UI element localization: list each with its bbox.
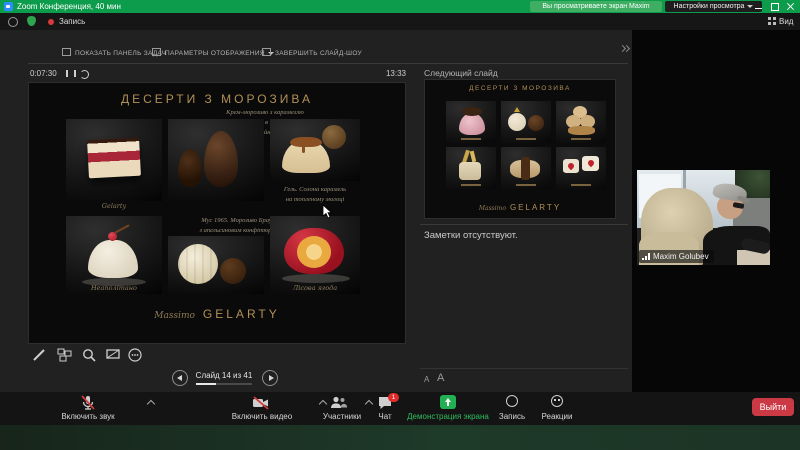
video-options-chevron[interactable]	[318, 399, 328, 409]
increase-font-button[interactable]: A	[437, 372, 444, 384]
participants-options-chevron[interactable]	[364, 399, 374, 409]
zoom-slide-button[interactable]	[82, 348, 98, 362]
chat-badge: 1	[388, 393, 399, 402]
current-slide: ДЕСЕРТИ З МОРОЗИВА Крем-морозиво з карам…	[28, 82, 406, 344]
tab-show-taskbar[interactable]: ПОКАЗАТЬ ПАНЕЛЬ ЗАДАЧ	[62, 48, 166, 60]
dessert-label: Неаполітано	[91, 284, 137, 292]
reactions-button[interactable]: Реакции	[530, 412, 584, 421]
dessert-label: Лісова ягода	[292, 284, 338, 292]
unmute-button[interactable]: Включить звук	[40, 412, 136, 421]
zoom-menubar: Запись Вид	[0, 13, 800, 30]
view-settings-button[interactable]: Настройки просмотра	[665, 1, 762, 12]
dessert-photo-pumpkin	[168, 236, 264, 294]
pen-tool-button[interactable]	[32, 348, 48, 362]
slide-caption-mid: Гель. Солона карамель на топленому молоц…	[283, 186, 347, 204]
windows-taskbar: W Рабочий стол » УКР 13:33 24.03.2021 2	[0, 425, 800, 450]
next-slide-photo	[446, 147, 496, 189]
participant-name-tag: Maxim Golubev	[639, 250, 714, 263]
restart-timer-icon[interactable]	[80, 70, 89, 79]
share-screen-icon[interactable]	[440, 395, 456, 409]
recording-dot-icon	[48, 19, 54, 25]
maximize-button[interactable]	[770, 2, 780, 11]
more-options-button[interactable]	[128, 348, 144, 362]
shared-screen-presenter-view: ПОКАЗАТЬ ПАНЕЛЬ ЗАДАЧ ПАРАМЕТРЫ ОТОБРАЖЕ…	[0, 30, 632, 392]
screen-viewing-banner: Вы просматриваете экран Maxim Golubev	[530, 1, 662, 21]
dessert-photo-cheesecake	[66, 119, 162, 201]
brand-logo: Massimo GELARTY	[478, 203, 562, 212]
view-menu-button[interactable]: Вид	[768, 17, 793, 26]
slide-progress-bar	[196, 383, 252, 385]
previous-slide-button[interactable]	[172, 370, 188, 386]
dessert-photo-caramel-dome	[270, 119, 360, 181]
see-all-slides-button[interactable]	[57, 348, 73, 362]
zoom-titlebar: Zoom Конференция, 40 мин Вы просматривае…	[0, 0, 800, 21]
notes-text: Заметки отсутствуют.	[424, 230, 518, 241]
reactions-icon[interactable]	[551, 395, 563, 407]
end-slideshow-tab-icon	[262, 48, 271, 56]
meeting-info-icon[interactable]	[8, 17, 18, 27]
brand-script-text: Massimo	[154, 311, 195, 321]
start-video-button[interactable]: Включить видео	[212, 412, 312, 421]
brand-caps-text: GELARTY	[202, 307, 280, 321]
presenter-clock: 13:33	[385, 69, 406, 78]
encryption-shield-icon[interactable]	[27, 16, 36, 26]
record-icon[interactable]	[506, 395, 518, 407]
next-slide-photo	[556, 147, 606, 189]
close-button[interactable]	[786, 2, 796, 11]
recording-label: Запись	[59, 17, 86, 26]
dessert-photo-red-roll	[270, 216, 360, 294]
next-slide-panel-label: Следующий слайд	[424, 68, 498, 78]
toolbar-divider	[28, 63, 628, 64]
minimize-button[interactable]	[754, 2, 764, 11]
window-title: Zoom Конференция, 40 мин	[17, 2, 121, 11]
signal-strength-icon	[642, 253, 651, 260]
display-tab-icon	[152, 48, 161, 56]
mouse-cursor	[322, 204, 334, 225]
grid-view-icon	[768, 17, 776, 25]
zoom-control-bar: Включить звук Включить видео 53 Участник…	[0, 392, 800, 425]
slideshow-timer: 0:07:30	[30, 69, 57, 78]
brand-logo: Massimo GELARTY	[29, 305, 405, 323]
next-slide-photo	[501, 147, 551, 189]
leave-button[interactable]: Выйти	[752, 398, 794, 416]
dessert-photo-berry-dome	[66, 216, 162, 294]
tab-end-slideshow[interactable]: ЗАВЕРШИТЬ СЛАЙД-ШОУ	[262, 48, 362, 60]
next-slide-photo	[501, 101, 551, 143]
toolbar-overflow-icon[interactable]	[618, 44, 631, 56]
next-slide-title: ДЕСЕРТИ З МОРОЗИВА	[469, 85, 571, 92]
mic-options-chevron[interactable]	[146, 399, 156, 409]
decrease-font-button[interactable]: A	[424, 375, 429, 384]
taskbar-tab-icon	[62, 48, 71, 56]
next-slide-thumbnail[interactable]: ДЕСЕРТИ З МОРОЗИВА Massimo GELARTY	[424, 79, 616, 219]
webcam-tile[interactable]: Maxim Golubev	[637, 170, 770, 265]
share-screen-button[interactable]: Демонстрация экрана	[402, 412, 494, 421]
slide-counter: Слайд 14 из 41	[195, 371, 253, 380]
panel-divider	[420, 224, 628, 225]
black-screen-button[interactable]	[106, 348, 122, 362]
next-slide-photo	[446, 101, 496, 143]
panel-divider	[420, 368, 628, 369]
dessert-photo-pinecones	[168, 119, 264, 201]
dessert-label: Gelarty	[101, 202, 127, 210]
tab-display-settings[interactable]: ПАРАМЕТРЫ ОТОБРАЖЕНИЯ	[152, 48, 274, 60]
next-slide-photo	[556, 101, 606, 143]
slide-title: ДЕСЕРТИ З МОРОЗИВА	[120, 92, 314, 106]
chevron-down-icon	[747, 4, 754, 8]
zoom-app-window: Zoom Конференция, 40 мин Вы просматривае…	[0, 0, 800, 450]
next-slide-button[interactable]	[262, 370, 278, 386]
pause-timer-icon[interactable]	[66, 70, 76, 77]
zoom-camera-icon	[4, 2, 13, 11]
